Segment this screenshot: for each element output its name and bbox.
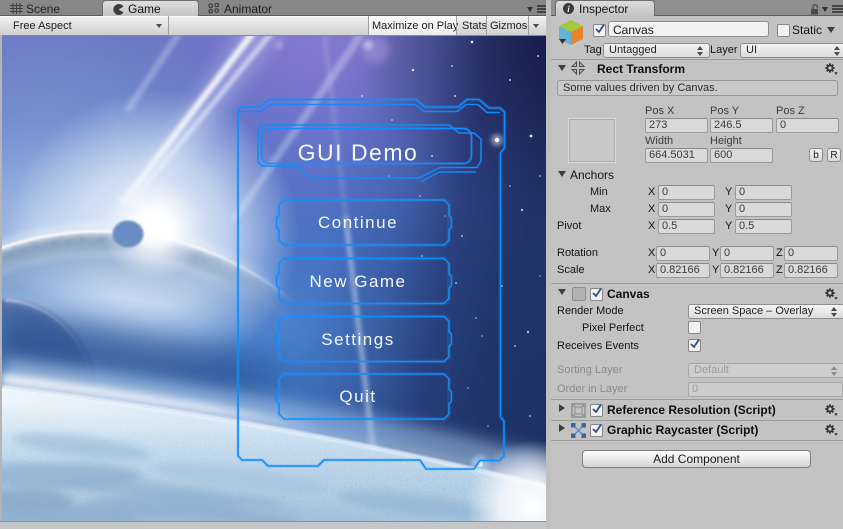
svg-text:GUI Demo: GUI Demo [298,140,419,166]
svg-text:Settings: Settings [321,330,394,349]
svg-text:Continue: Continue [318,213,398,232]
svg-text:New Game: New Game [309,272,406,291]
svg-text:Quit: Quit [339,387,376,406]
